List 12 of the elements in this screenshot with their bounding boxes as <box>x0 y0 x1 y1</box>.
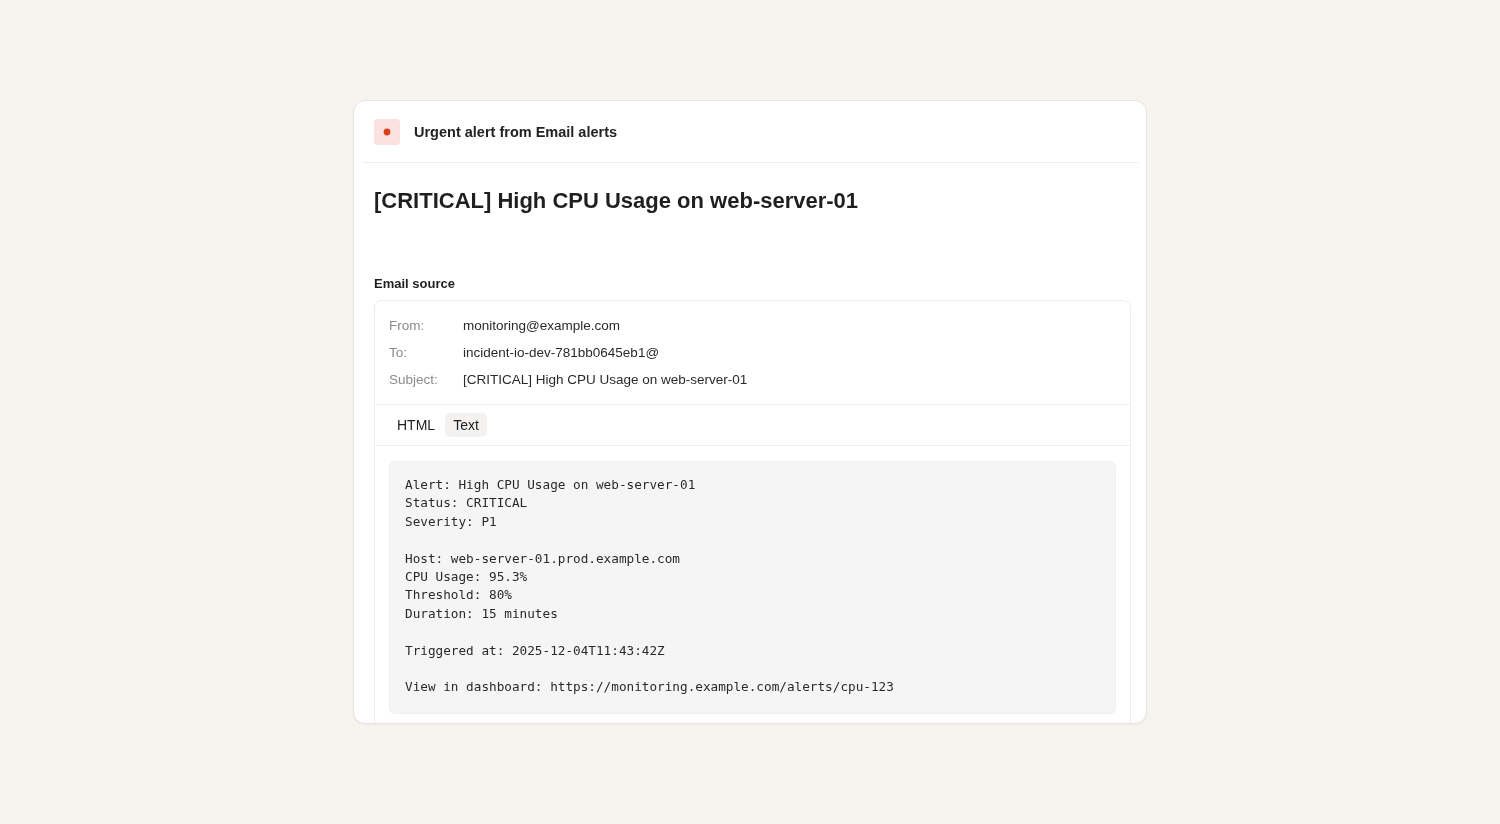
view-tab[interactable]: Text <box>445 413 487 437</box>
section-heading: Email source <box>374 275 456 293</box>
alert-title: [CRITICAL] High CPU Usage on web-server-01 <box>374 187 860 215</box>
field-value: incident-io-dev-781bb0645eb1@ <box>463 345 660 360</box>
view-tab[interactable]: HTML <box>389 413 444 437</box>
field-value: [CRITICAL] High CPU Usage on web-server-01 <box>463 372 748 387</box>
field-value: monitoring@example.com <box>463 318 621 333</box>
alert-source-title: Urgent alert from Email alerts <box>414 123 618 140</box>
field-label: To: <box>389 345 408 360</box>
email-body-text: Alert: High CPU Usage on web-server-01 Status: CRITICAL Severity: P1 Host: web-server-01.prod.example.com CPU Usage: 95.3% Threshold: 80% Duration: 15 minutes Triggered at: 2025-12-04T11:43:42Z View in dashboard: https://monitoring.example.com/alerts/cpu-123 <box>389 461 1116 714</box>
field-label: From: <box>389 318 426 333</box>
field-label: Subject: <box>389 372 439 387</box>
